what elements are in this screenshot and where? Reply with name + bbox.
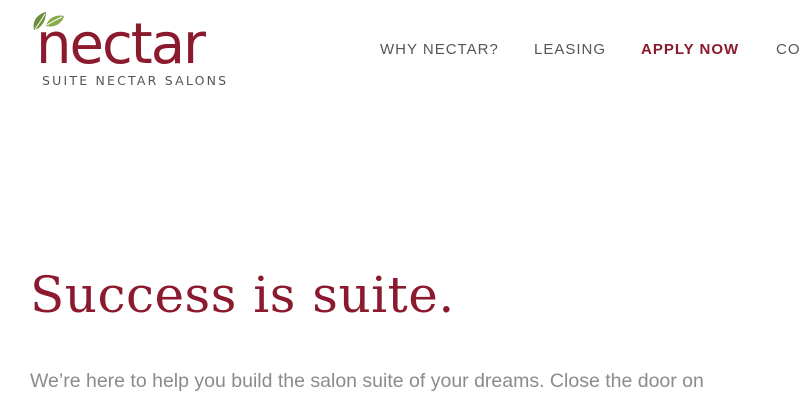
logo-tagline: SUITE NECTAR SALONS bbox=[42, 73, 229, 88]
site-logo[interactable]: nectar SUITE NECTAR SALONS bbox=[30, 10, 265, 90]
nav-item-leasing[interactable]: LEASING bbox=[534, 38, 606, 62]
hero-title: Success is suite. bbox=[30, 266, 455, 324]
page: nectar SUITE NECTAR SALONS WHY NECTAR? L… bbox=[0, 0, 800, 400]
hero-body-text: We’re here to help you build the salon s… bbox=[30, 370, 704, 392]
nav-item-why-nectar[interactable]: WHY NECTAR? bbox=[380, 38, 499, 62]
logo-wordmark: nectar bbox=[36, 12, 206, 77]
nav-item-contact[interactable]: CO bbox=[776, 38, 800, 62]
nav-item-apply-now[interactable]: APPLY NOW bbox=[641, 38, 739, 62]
